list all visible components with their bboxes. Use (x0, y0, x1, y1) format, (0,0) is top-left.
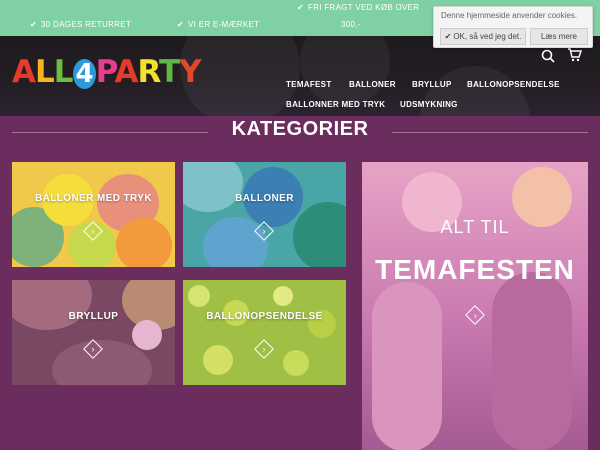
nav-item-udsmykning[interactable]: UDSMYKNING (400, 100, 458, 109)
logo-letter: L (35, 54, 55, 90)
cart-icon[interactable] (565, 46, 583, 64)
promo-line2: TEMAFESTEN (375, 254, 575, 285)
check-icon: ✔ (30, 20, 38, 29)
cookie-notice: Denne hjemmeside anvender cookies. ✔ OK,… (433, 6, 593, 48)
nav-item-balloner[interactable]: BALLONER (349, 80, 396, 89)
emaerke-info: ✔ VI ER E-MÆRKET (177, 20, 259, 29)
promo-tile-temafesten[interactable]: ALT TIL TEMAFESTEN › (362, 162, 588, 450)
confetti-shape (188, 285, 210, 307)
logo-letter: R (137, 54, 161, 90)
free-shipping-info: ✔ FRI FRAGT VED KØB OVER (297, 3, 419, 12)
confetti-shape (273, 286, 293, 306)
chevron-right-icon: › (254, 339, 274, 359)
logo-balloon-four: 4 (72, 59, 96, 89)
category-tile-balloner-med-tryk[interactable]: BALLONER MED TRYK › (12, 162, 175, 267)
check-icon: ✔ (444, 32, 452, 41)
tile-title: BALLONOPSENDELSE (206, 311, 323, 322)
balloon-shape (183, 162, 243, 212)
cookie-message: Denne hjemmeside anvender cookies. (441, 11, 578, 20)
search-icon[interactable] (539, 47, 557, 65)
site-logo[interactable]: ALL 4PARTY (12, 46, 202, 98)
balloon-shape (116, 218, 172, 267)
logo-letter: P (95, 54, 116, 90)
check-icon: ✔ (177, 20, 185, 29)
returns-text: 30 DAGES RETURRET (41, 20, 132, 29)
cookie-accept-label: OK, så ved jeg det. (453, 32, 522, 41)
nav-item-bryllup[interactable]: BRYLLUP (412, 80, 452, 89)
promo-line1: ALT TIL (440, 217, 510, 237)
free-shipping-text: FRI FRAGT VED KØB OVER (308, 3, 420, 12)
emaerke-text: VI ER E-MÆRKET (188, 20, 260, 29)
category-tile-balloner[interactable]: BALLONER › (183, 162, 346, 267)
logo-letter: T (158, 54, 180, 90)
balloon-shape (293, 202, 346, 267)
free-shipping-threshold: 300,- (341, 20, 361, 29)
category-tile-ballonopsendelse[interactable]: BALLONOPSENDELSE › (183, 280, 346, 385)
nav-item-ballonopsendelse[interactable]: BALLONOPSENDELSE (467, 80, 560, 89)
flower-shape (132, 320, 162, 350)
page-title: KATEGORIER (231, 118, 369, 140)
nav-item-ballonner-med-tryk[interactable]: BALLONNER MED TRYK (286, 100, 385, 109)
decor-shape (12, 280, 92, 330)
logo-letter: A (12, 54, 36, 90)
cookie-accept-button[interactable]: ✔ OK, så ved jeg det. (440, 28, 526, 45)
category-tile-bryllup[interactable]: BRYLLUP › (12, 280, 175, 385)
balloon-shape (203, 217, 268, 267)
logo-letter: L (53, 54, 74, 90)
tile-title: BALLONER (235, 193, 294, 204)
header-bg-balloon (300, 36, 390, 106)
check-icon: ✔ (297, 3, 305, 12)
chevron-right-icon: › (465, 305, 485, 325)
person-shape (492, 272, 572, 450)
tile-title: BRYLLUP (68, 311, 119, 322)
nav-item-temafest[interactable]: TEMAFEST (286, 80, 332, 89)
site-header: ALL 4PARTY TEMAFEST BALLONER BRYLLUP BALL… (0, 36, 600, 116)
person-shape (372, 282, 442, 450)
cookie-read-more-button[interactable]: Læs mere (530, 28, 588, 45)
tile-title: BALLONER MED TRYK (35, 193, 152, 204)
logo-letter: A (114, 54, 139, 90)
logo-letter: Y (179, 54, 201, 90)
confetti-shape (283, 350, 309, 376)
returns-info: ✔ 30 DAGES RETURRET (30, 20, 131, 29)
confetti-shape (203, 345, 233, 375)
